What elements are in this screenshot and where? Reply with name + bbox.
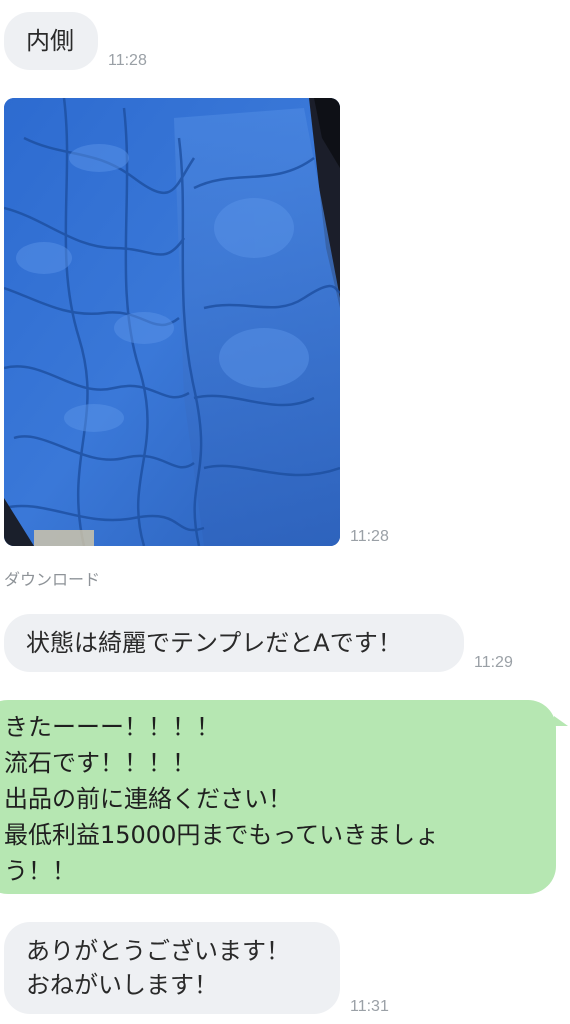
photo-message[interactable] [4,98,340,546]
message-line: おねがいします！ [26,971,218,999]
chat-view[interactable]: 内側 11:28 11:28 ダウンロード 状態は綺麗でテンプレだとAです！ 1… [0,0,570,1024]
message-text: 状態は綺麗でテンプレだとAです！ [26,629,402,657]
message-text: 内側 [26,27,74,55]
down-jacket-inner-lining-image [4,98,340,546]
bubble-tail [554,716,568,726]
message-line: ありがとうございます！ [26,937,290,965]
photo-timestamp: 11:28 [350,528,389,545]
outgoing-message-bubble[interactable]: きたーーー！！！！ 流石です！！！！ 出品の前に連絡ください！ 最低利益1500… [0,700,556,894]
message-line: 出品の前に連絡ください！ [4,785,292,813]
message-timestamp: 11:29 [474,654,513,671]
incoming-message-bubble[interactable]: 内側 [4,12,98,70]
message-timestamp: 11:28 [108,52,147,69]
incoming-message-bubble[interactable]: 状態は綺麗でテンプレだとAです！ [4,614,464,672]
incoming-message-bubble[interactable]: ありがとうございます！ おねがいします！ [4,922,340,1014]
message-timestamp: 11:31 [350,998,389,1015]
message-line: きたーーー！！！！ [4,713,220,741]
message-line: 最低利益15000円までもっていきましょ [4,821,440,849]
download-link[interactable]: ダウンロード [4,566,100,590]
message-line: う！！ [4,857,76,885]
message-line: 流石です！！！！ [4,749,196,777]
